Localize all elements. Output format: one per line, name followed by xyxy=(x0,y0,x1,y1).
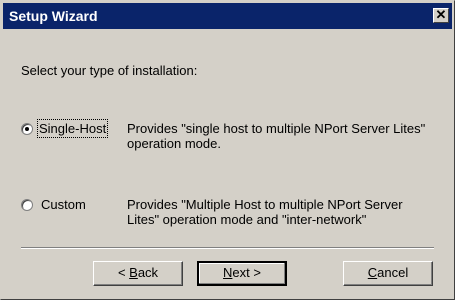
single-host-radio[interactable] xyxy=(21,123,33,135)
custom-description: Provides "Multiple Host to multiple NPor… xyxy=(127,197,447,227)
next-button-label: ext > xyxy=(232,265,261,280)
back-button-accel: B xyxy=(129,265,138,280)
custom-description-line2: Lites" operation mode and "inter-network… xyxy=(127,212,367,227)
back-button-label: ack xyxy=(137,265,159,280)
custom-label[interactable]: Custom xyxy=(41,197,86,212)
single-host-description-line2: operation mode. xyxy=(127,136,221,151)
single-host-description-line1: Provides "single host to multiple NPort … xyxy=(127,121,426,136)
custom-description-line1: Provides "Multiple Host to multiple NPor… xyxy=(127,197,403,212)
back-button-arrow: < xyxy=(117,265,130,280)
divider xyxy=(21,247,434,249)
cancel-button[interactable]: Cancel xyxy=(343,261,433,286)
close-button[interactable]: ✕ xyxy=(433,8,449,23)
close-icon: ✕ xyxy=(435,7,447,22)
next-button[interactable]: Next > xyxy=(197,261,287,286)
next-button-accel: N xyxy=(223,265,233,280)
back-button[interactable]: < Back xyxy=(93,261,183,286)
installation-type-prompt: Select your type of installation: xyxy=(21,63,198,78)
custom-radio[interactable] xyxy=(21,199,33,211)
single-host-label[interactable]: Single-Host xyxy=(36,119,109,138)
cancel-button-label: ancel xyxy=(377,265,409,280)
window-title: Setup Wizard xyxy=(9,8,98,24)
title-bar[interactable]: Setup Wizard ✕ xyxy=(3,3,452,29)
cancel-button-accel: C xyxy=(367,265,378,280)
setup-wizard-window: Setup Wizard ✕ Select your type of insta… xyxy=(0,0,455,300)
single-host-description: Provides "single host to multiple NPort … xyxy=(127,121,447,151)
